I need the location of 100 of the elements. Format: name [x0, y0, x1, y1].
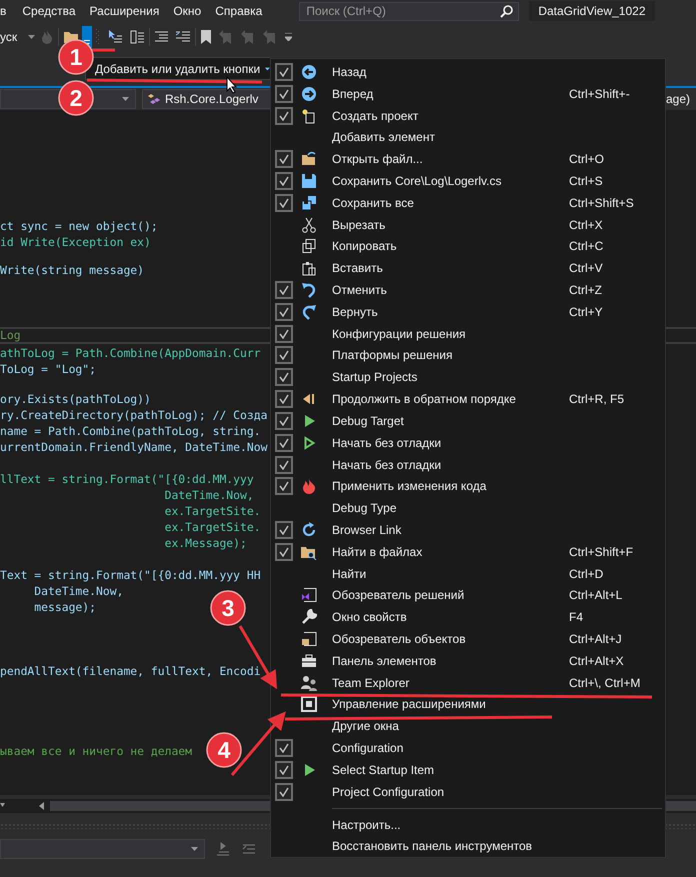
check-icon — [279, 350, 289, 360]
menu-item[interactable]: Browser Link — [332, 522, 569, 537]
menu-item[interactable]: Создать проект — [332, 108, 569, 123]
menu-item[interactable]: Найти в файлах — [332, 544, 569, 559]
menu-item[interactable]: Справка — [208, 4, 270, 18]
menu-item[interactable]: Открыть файл... — [332, 152, 569, 166]
menu-item[interactable]: Копировать — [332, 239, 569, 254]
menu-item[interactable]: Панель элементов — [332, 654, 569, 668]
checkbox[interactable] — [275, 434, 293, 452]
menu-item[interactable]: Project Configuration — [332, 784, 569, 799]
undo-icon — [301, 282, 317, 298]
annotation-arrow — [230, 711, 286, 776]
type-dropdown[interactable]: Rsh.Core.Logerlv — [142, 89, 272, 109]
menu-item[interactable]: Окно — [166, 4, 208, 18]
checkbox[interactable] — [275, 390, 293, 408]
checkbox[interactable] — [275, 542, 293, 561]
menu-item[interactable]: Вернуть — [332, 304, 569, 319]
shortcut-text: F4 — [569, 610, 584, 624]
check-icon — [279, 198, 289, 208]
checkbox[interactable] — [275, 150, 293, 168]
caret-icon[interactable] — [28, 35, 36, 39]
checkbox[interactable] — [275, 324, 293, 343]
member-dropdown[interactable]: age) — [666, 92, 696, 106]
object-browser-icon — [301, 631, 317, 648]
menu-item[interactable]: Средства — [15, 4, 83, 18]
menu-item[interactable]: Другие окна — [332, 719, 569, 734]
list-icon[interactable] — [130, 30, 144, 44]
menu-item[interactable]: Применить изменения кода — [332, 479, 569, 494]
menu-item[interactable]: Добавить элемент — [332, 130, 569, 144]
menu-item[interactable]: Debug Type — [332, 501, 569, 516]
checkbox[interactable] — [275, 368, 293, 386]
menu-item[interactable]: Настроить... — [332, 818, 401, 832]
code-line: Log — [0, 328, 21, 342]
code-line: llText = string.Format("[{0:dd.MM.yyy — [0, 471, 254, 487]
checkbox[interactable] — [275, 456, 293, 474]
menu-item[interactable]: Расширения — [82, 4, 166, 18]
checkbox[interactable] — [275, 302, 293, 321]
menu-item[interactable]: Configuration — [332, 741, 569, 756]
menu-item[interactable]: Select Startup Item — [332, 762, 569, 777]
menu-item[interactable]: Платформы решения — [332, 348, 569, 362]
indent-icon[interactable] — [155, 31, 168, 43]
comment-icon[interactable] — [176, 31, 190, 43]
checkbox[interactable] — [275, 172, 293, 190]
menu-item[interactable]: Обозреватель решений — [332, 588, 569, 602]
checkbox[interactable] — [275, 106, 293, 125]
check-icon — [279, 481, 289, 492]
checkbox[interactable] — [275, 281, 293, 300]
run-label[interactable]: уск — [0, 30, 18, 44]
checkbox[interactable] — [275, 194, 293, 212]
flame-icon — [301, 478, 317, 494]
code-line: ct sync = new object(); — [0, 218, 158, 234]
shortcut-text: Ctrl+Shift+- — [569, 86, 631, 101]
menu-item[interactable]: Добавить или удалить кнопки — [85, 57, 270, 80]
extensions-icon — [301, 696, 317, 712]
checkbox[interactable] — [275, 520, 293, 539]
bookmark-icon[interactable] — [201, 30, 212, 44]
menu-item[interactable]: Конфигурации решения — [332, 326, 569, 341]
menu-item[interactable]: Team Explorer — [332, 676, 569, 690]
menu-item[interactable]: Вставить — [332, 261, 569, 276]
menu-item[interactable]: Startup Projects — [332, 370, 569, 384]
shortcut-text: Ctrl+Y — [569, 304, 604, 319]
menu-item[interactable]: Назад — [332, 64, 569, 79]
menu-item[interactable]: Вырезать — [332, 218, 569, 232]
overflow-caret-icon[interactable] — [285, 33, 292, 41]
menu-item[interactable]: Отменить — [332, 283, 569, 298]
toolbox-icon — [301, 652, 317, 669]
pointer-list-icon[interactable] — [108, 30, 122, 44]
menu-item[interactable]: Вперед — [332, 86, 569, 101]
checkbox[interactable] — [275, 412, 293, 430]
dropdown-caret-icon[interactable] — [122, 97, 129, 101]
menu-item[interactable]: Начать без отладки — [332, 458, 569, 472]
checkbox[interactable] — [275, 760, 293, 779]
menu-item[interactable]: Debug Target — [332, 414, 569, 428]
mouse-cursor-icon — [226, 76, 238, 94]
menu-item[interactable]: Управление расширениями — [332, 697, 569, 712]
code-line: name = Path.Combine(pathToLog, string. — [0, 423, 261, 439]
shortcut-text: Ctrl+Shift+F — [569, 544, 634, 559]
code-line: ry.CreateDirectory(pathToLog); // Созда — [0, 407, 268, 423]
checkbox[interactable] — [275, 84, 293, 103]
menu-item[interactable]: Обозреватель объектов — [332, 632, 569, 646]
scroll-left-icon[interactable] — [39, 802, 44, 810]
checkbox[interactable] — [275, 782, 293, 801]
menu-item[interactable]: Сохранить Core\Log\Logerlv.cs — [332, 174, 569, 188]
menu-item[interactable]: Начать без отладки — [332, 436, 569, 450]
menu-item[interactable]: в — [0, 4, 16, 18]
number-badge: 1 — [58, 39, 94, 75]
checkbox[interactable] — [275, 62, 293, 81]
checkbox[interactable] — [275, 739, 293, 758]
checkbox[interactable] — [275, 346, 293, 364]
checkbox[interactable] — [275, 477, 293, 496]
menu-item[interactable]: Сохранить все — [332, 196, 569, 210]
check-icon — [279, 154, 289, 164]
menu-item[interactable]: Продолжить в обратном порядке — [332, 392, 569, 406]
wrench-icon — [301, 609, 317, 626]
search-field[interactable]: Поиск (Ctrl+Q) — [299, 2, 520, 20]
menu-item[interactable]: Восстановить панель инструментов — [332, 839, 532, 854]
refresh-icon — [301, 522, 317, 538]
find-message-icon[interactable] — [215, 841, 231, 857]
menu-item[interactable]: Окно свойств — [332, 610, 569, 624]
menu-item[interactable]: Найти — [332, 566, 569, 581]
